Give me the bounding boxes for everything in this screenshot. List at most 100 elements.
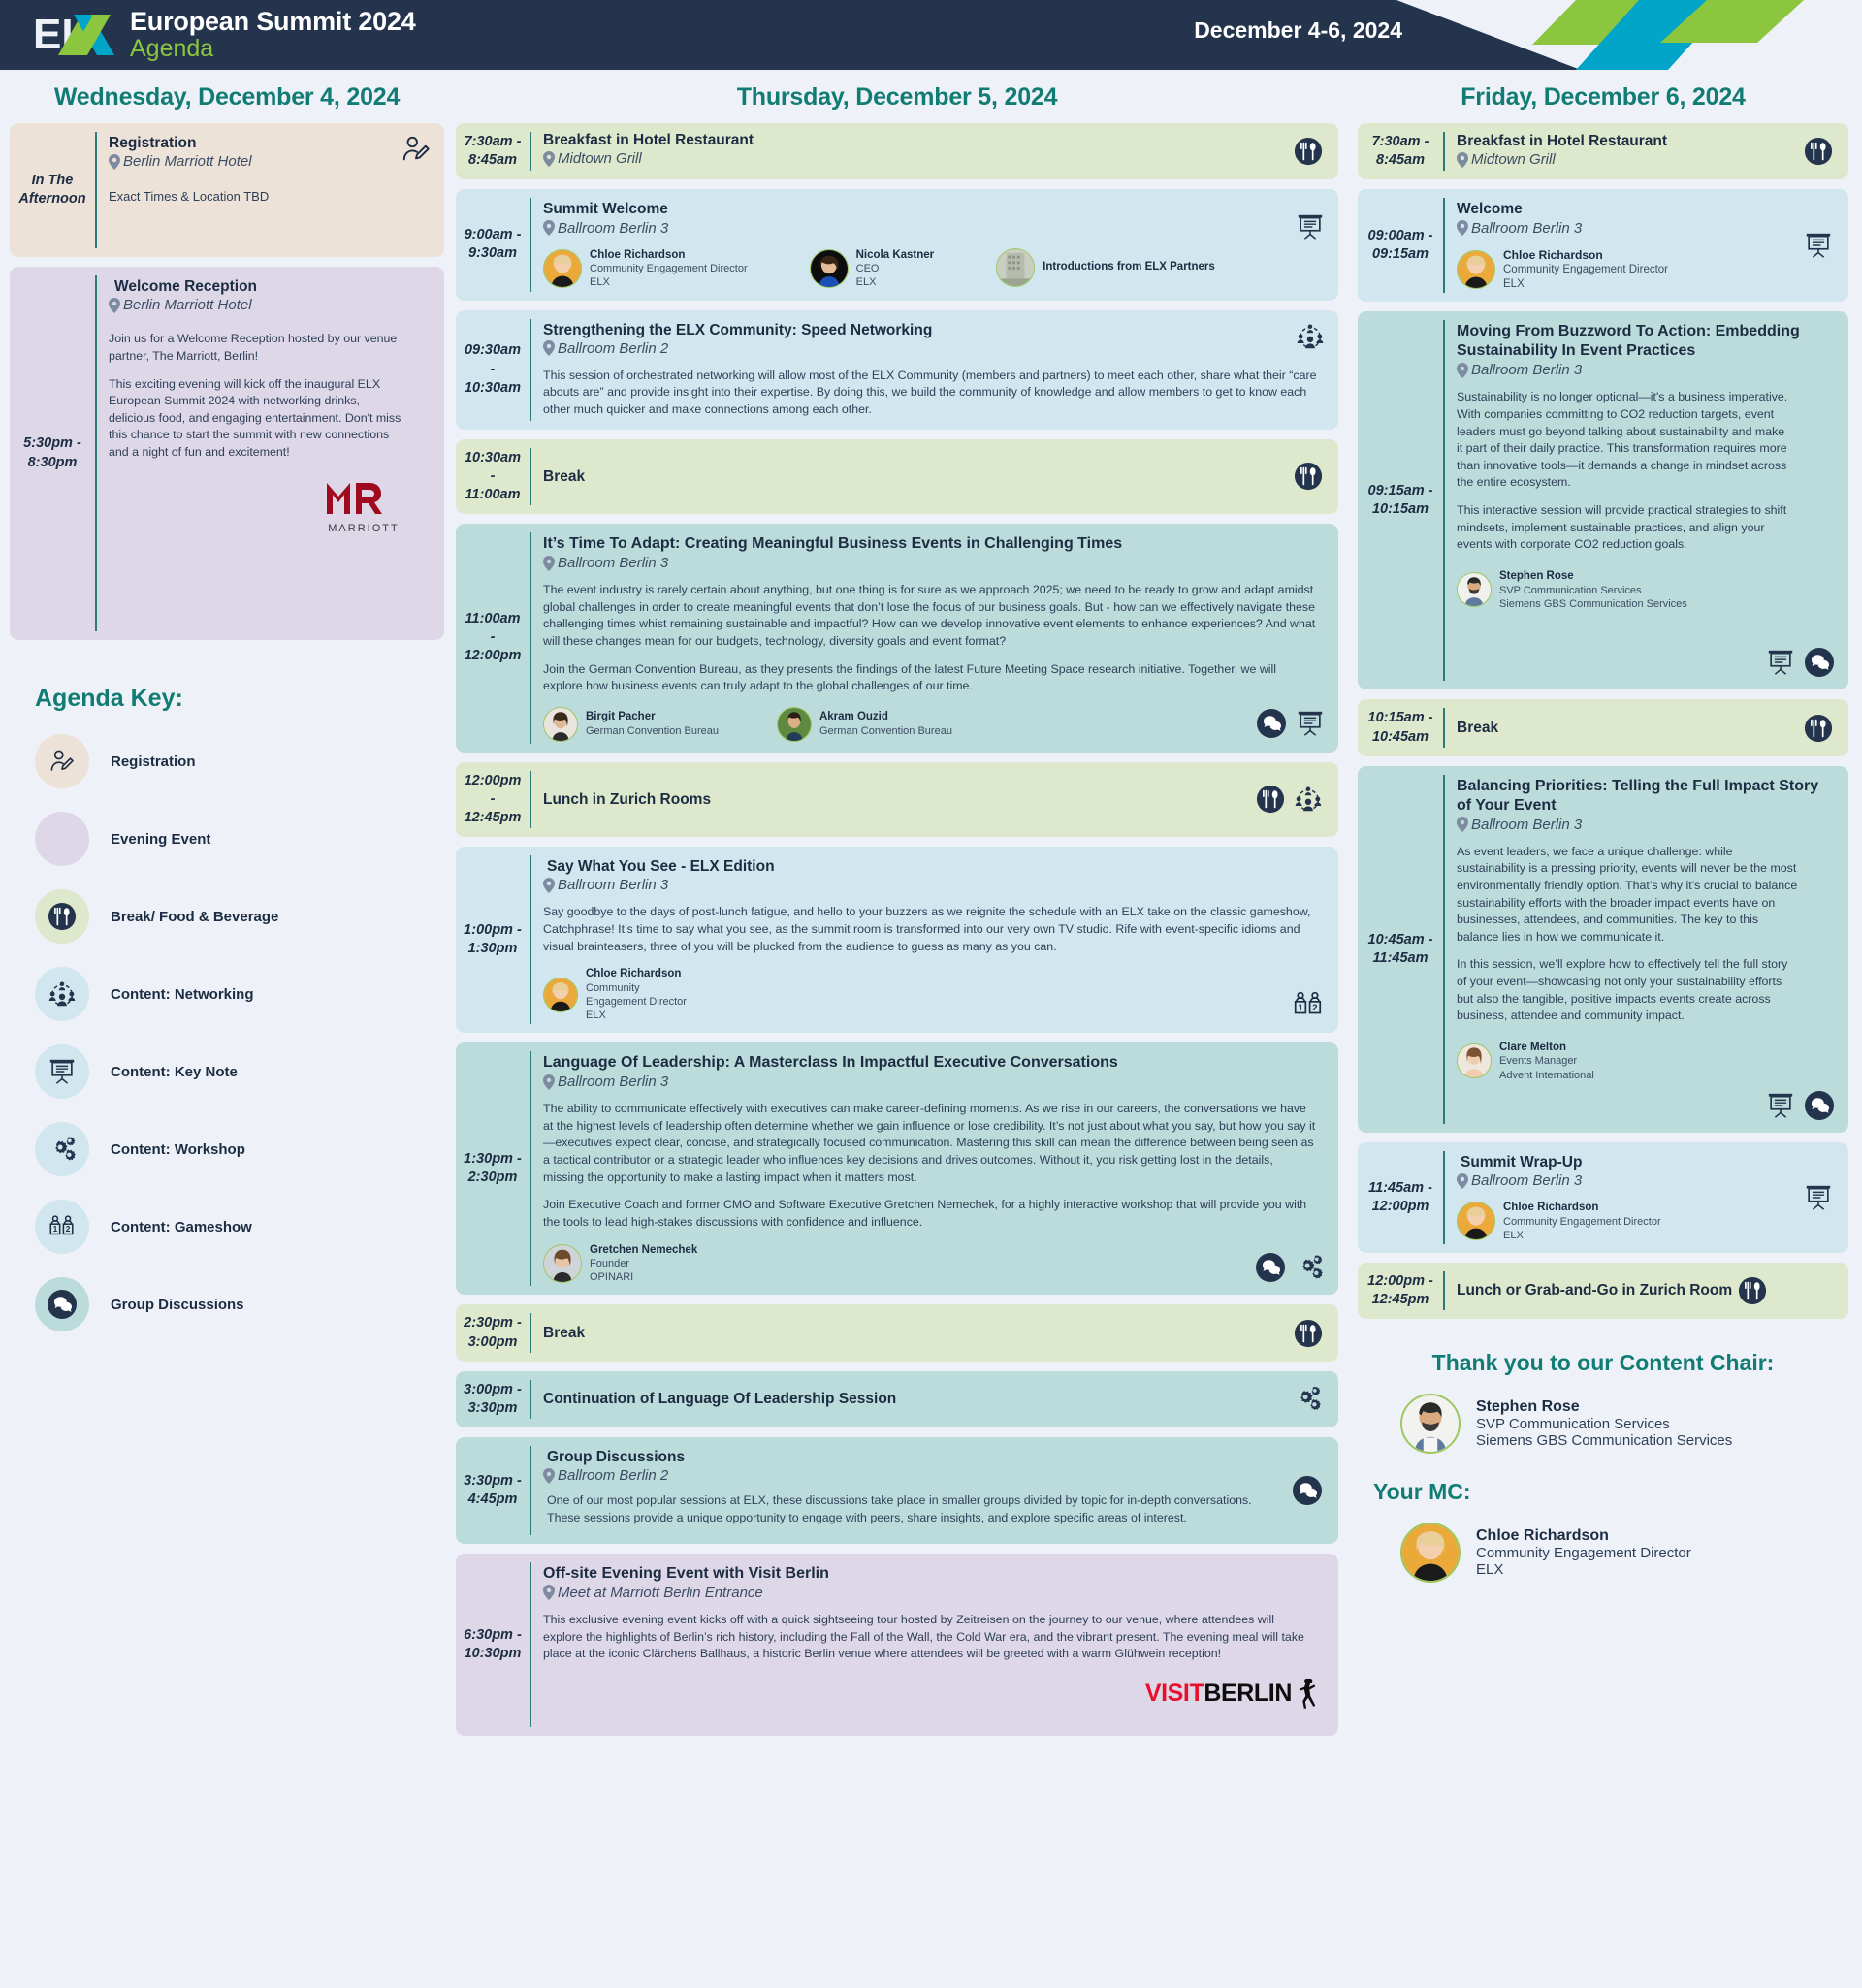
session-card-break-fri-1015[interactable]: 10:15am - 10:45am Break [1358,699,1848,756]
key-item-evening-event: Evening Event [35,812,444,866]
session-card-break-1030[interactable]: 10:30am - 11:00am Break [456,438,1338,515]
session-time: 3:00pm - 3:30pm [464,1381,522,1416]
session-description: The event industry is rarely certain abo… [543,582,1325,695]
key-swatch: 1 2 [35,1200,89,1254]
session-icons [1804,714,1833,743]
speaker-role: Community Engagement Director [1503,263,1669,275]
speaker-name: Chloe Richardson [1503,247,1603,262]
location-pin-icon [543,555,555,571]
speaker-list: Chloe Richardson Community Engagement Di… [1457,248,1835,292]
speaker-meta: Nicola Kastner CEO ELX [856,248,935,290]
session-card-welcome-reception[interactable]: 5:30pm - 8:30pm Welcome Reception Berlin… [10,267,444,640]
session-location: Berlin Marriott Hotel [123,153,252,171]
session-card-registration[interactable]: In The Afternoon Registration Berlin Mar… [10,123,444,257]
session-description: Join us for a Welcome Reception hosted b… [109,331,431,461]
session-card-continuation[interactable]: 3:00pm - 3:30pm Continuation of Language… [456,1370,1338,1427]
speaker-role: Community [586,982,640,995]
session-card-group-discussions[interactable]: 3:30pm - 4:45pm Group Discussions Ballro… [456,1436,1338,1544]
speaker-meta: Stephen Rose SVP Communication Services … [1499,569,1687,611]
session-location-row: Midtown Grill [543,150,1325,167]
session-location: Ballroom Berlin 3 [1471,816,1583,833]
avatar-image [1458,251,1494,289]
session-location: Ballroom Berlin 2 [558,1467,669,1485]
day-title-friday: Friday, December 6, 2024 [1461,83,1746,111]
avatar [996,247,1036,287]
session-title: Say What You See - ELX Edition [547,858,775,876]
session-card-say-what-you-see[interactable]: 1:00pm - 1:30pm Say What You See - ELX E… [456,847,1338,1034]
workshop-icon [54,1136,76,1160]
berlin-bear-icon [1299,1678,1316,1709]
session-card-welcome-fri[interactable]: 09:00am - 09:15am Welcome Ballroom Berli… [1358,189,1848,303]
session-card-time-to-adapt[interactable]: 11:00am - 12:00pm It’s Time To Adapt: Cr… [456,524,1338,753]
column-wednesday: Wednesday, December 4, 2024 In The After… [0,70,456,1746]
keynote-icon [1298,711,1323,736]
session-card-summit-welcome[interactable]: 9:00am - 9:30am Summit Welcome Ballroom … [456,189,1338,301]
session-card-language-of-leadership[interactable]: 1:30pm - 2:30pm Language Of Leadership: … [456,1042,1338,1296]
workshop-icon [1302,1255,1323,1279]
food-icon [1294,463,1323,491]
avatar [1457,250,1495,290]
speaker-meta: Clare Melton Events Manager Advent Inter… [1499,1041,1594,1082]
mc-org: ELX [1476,1561,1504,1579]
session-description: Say goodbye to the days of post-lunch fa… [543,904,1325,955]
session-time: 2:30pm - 3:00pm [464,1315,522,1350]
header-decorative-shapes [1396,0,1862,70]
avatar [776,706,812,742]
session-time: 5:30pm - 8:30pm [23,435,81,470]
description-paragraph: This interactive session will provide pr… [1457,503,1787,552]
speaker-org: ELX [1503,1229,1524,1241]
avatar-image [544,250,581,288]
session-card-summit-wrapup[interactable]: 11:45am - 12:00pm Summit Wrap-Up Ballroo… [1358,1141,1848,1253]
session-time: 11:00am - 12:00pm [464,611,522,664]
key-item-registration: Registration [35,734,444,788]
session-location: Ballroom Berlin 3 [558,877,669,894]
content-chair-org: Siemens GBS Communication Services [1476,1432,1733,1450]
session-card-buzzword-to-action[interactable]: 09:15am - 10:15am Moving From Buzzword T… [1358,311,1848,690]
location-pin-icon [543,877,555,893]
discussion-icon [1256,1253,1285,1283]
avatar-image [1458,573,1491,607]
session-time: 11:45am - 12:00pm [1368,1179,1432,1214]
session-card-breakfast-fri[interactable]: 7:30am - 8:45am Breakfast in Hotel Resta… [1358,123,1848,180]
session-icons [1294,137,1323,166]
speaker-meta: Gretchen Nemechek Founder OPINARI [590,1243,697,1285]
session-card-lunch-fri[interactable]: 12:00pm - 12:45pm Lunch or Grab-and-Go i… [1358,1262,1848,1320]
session-time: 09:30am - 10:30am [464,342,522,396]
speaker: Akram Ouzid German Convention Bureau [776,706,952,742]
avatar-image [544,978,577,1011]
session-icons [1294,462,1323,491]
location-pin-icon [1457,1172,1468,1189]
networking-icon [1297,323,1324,348]
key-label: Content: Gameshow [111,1218,252,1235]
session-card-breakfast-thu[interactable]: 7:30am - 8:45am Breakfast in Hotel Resta… [456,123,1338,180]
session-time: 6:30pm - 10:30pm [464,1626,522,1661]
food-icon [1294,1319,1323,1347]
session-description: This exclusive evening event kicks off w… [543,1612,1325,1663]
column-friday: Friday, December 6, 2024 7:30am - 8:45am… [1348,70,1862,1746]
session-card-offsite-evening[interactable]: 6:30pm - 10:30pm Off-site Evening Event … [456,1553,1338,1736]
session-location-row: Ballroom Berlin 3 [543,555,1325,571]
session-icons [401,135,431,164]
session-icons [1294,1319,1323,1348]
session-card-lunch-thu[interactable]: 12:00pm - 12:45pm Lunch in Zurich Rooms [456,761,1338,838]
workshop-icon [1300,1386,1321,1410]
speaker-name: Gretchen Nemechek [590,1243,698,1256]
session-icons [1766,1090,1835,1121]
location-pin-icon [543,150,555,167]
session-card-break-230[interactable]: 2:30pm - 3:00pm Break [456,1304,1338,1362]
session-location: Midtown Grill [558,150,642,168]
session-location-row: Ballroom Berlin 2 [543,340,1325,357]
description-paragraph: Join Executive Coach and former CMO and … [543,1198,1307,1229]
session-title: Off-site Evening Event with Visit Berlin [543,1564,829,1582]
session-card-speed-networking[interactable]: 09:30am - 10:30am Strengthening the ELX … [456,309,1338,430]
keynote-icon [1768,651,1793,676]
key-swatch [35,734,89,788]
session-icons [1255,1252,1325,1283]
session-title: Language Of Leadership: A Masterclass In… [543,1054,1118,1072]
content-chair-name: Stephen Rose [1476,1398,1580,1416]
session-location-row: Berlin Marriott Hotel [109,153,431,170]
marriott-sponsor-logo: MARRIOTT [109,462,431,552]
avatar [543,977,578,1012]
session-card-balancing-priorities[interactable]: 10:45am - 11:45am Balancing Priorities: … [1358,765,1848,1133]
key-swatch [35,1044,89,1099]
